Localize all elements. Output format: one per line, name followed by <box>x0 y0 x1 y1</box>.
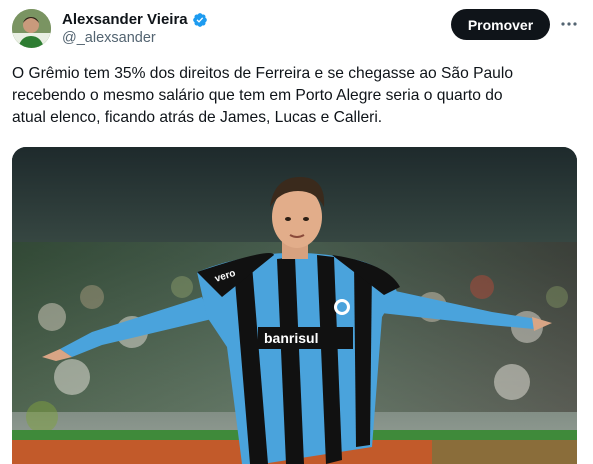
avatar-photo-icon <box>12 9 51 48</box>
shirt-sponsor-text: banrisul <box>264 330 318 346</box>
promote-button[interactable]: Promover <box>451 9 550 40</box>
player-celebration-photo: banrisul vero <box>12 147 577 464</box>
author-handle[interactable]: @_alexsander <box>62 30 156 46</box>
author-name[interactable]: Alexsander Vieira <box>62 11 188 28</box>
author-avatar[interactable] <box>12 9 51 48</box>
tweet-header: Alexsander Vieira @_alexsander Promover <box>0 0 593 60</box>
more-options-icon[interactable] <box>557 12 581 36</box>
tweet-text: O Grêmio tem 35% dos direitos de Ferreir… <box>12 65 513 126</box>
verified-badge-icon <box>192 12 208 28</box>
tweet-media-image[interactable]: banrisul vero <box>12 147 577 464</box>
